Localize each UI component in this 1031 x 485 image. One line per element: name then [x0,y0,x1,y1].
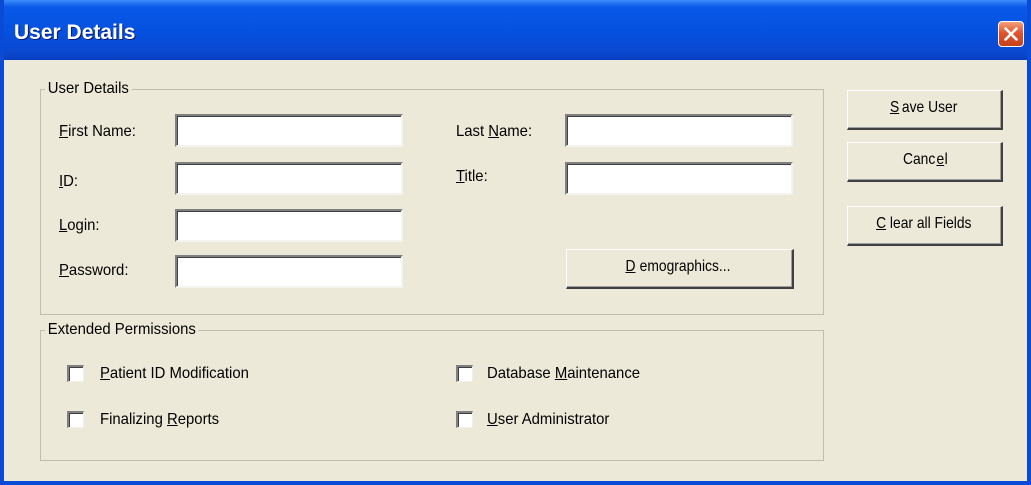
extended-permissions-group: Extended Permissions [40,320,824,461]
title-label: Title: [456,168,488,185]
user-details-dialog: User Details User Details First Name: La… [0,0,1031,485]
extended-permissions-legend: Extended Permissions [45,320,199,340]
id-field[interactable] [175,162,403,195]
cancel-button[interactable]: Cancel [847,142,1003,182]
demographics-button[interactable]: Demographics... [566,249,794,289]
login-label: Login: [59,217,100,234]
finalizing-reports-checkbox[interactable] [67,411,84,428]
first-name-field[interactable] [175,114,403,147]
close-button[interactable] [998,21,1024,47]
user-administrator-checkbox[interactable] [456,411,473,428]
window-title: User Details [14,21,136,44]
patient-id-modification-checkbox[interactable] [67,365,84,382]
user-administrator-label: User Administrator [487,411,610,428]
last-name-label: Last Name: [456,123,533,140]
finalizing-reports-label: Finalizing Reports [100,411,220,428]
database-maintenance-label: Database Maintenance [487,365,641,382]
id-label: ID: [59,173,79,190]
title-field[interactable] [565,162,793,195]
last-name-field[interactable] [565,114,793,147]
user-details-legend: User Details [45,79,132,99]
password-field[interactable] [175,255,403,288]
title-bar[interactable]: User Details [4,0,1027,60]
patient-id-modification-label: Patient ID Modification [100,365,249,382]
close-icon [1004,27,1018,41]
save-user-button[interactable]: Save User [847,90,1003,130]
dialog-body: User Details First Name: Last Name: ID: … [4,60,1027,481]
clear-all-fields-button[interactable]: Clear all Fields [847,206,1003,246]
password-label: Password: [59,262,129,279]
login-field[interactable] [175,209,403,242]
database-maintenance-checkbox[interactable] [456,365,473,382]
first-name-label: First Name: [59,123,136,140]
